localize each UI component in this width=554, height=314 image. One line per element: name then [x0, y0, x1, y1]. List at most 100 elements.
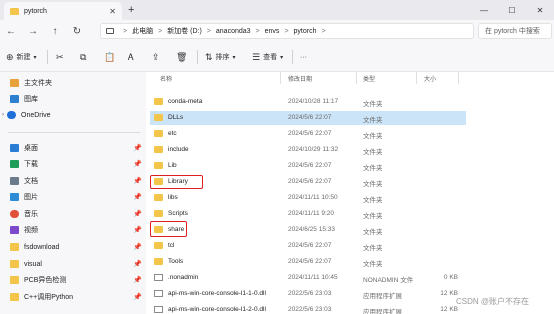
sidebar-item-gallery[interactable]: 图库	[10, 92, 142, 106]
file-type: 文件夹	[363, 197, 383, 204]
video-icon	[10, 226, 19, 234]
file-row[interactable]: Lib 2024/5/6 22:07 文件夹	[150, 159, 466, 173]
watermark: CSDN @账户不存在	[456, 297, 530, 306]
sidebar-item-label: visual	[24, 260, 42, 268]
address-bar[interactable]: > 此电脑 > 新加卷 (D:) > anaconda3 > envs > py…	[100, 23, 474, 39]
file-type: 文件夹	[363, 245, 383, 252]
tab-pytorch[interactable]: pytorch ✕	[4, 2, 122, 20]
sort-button[interactable]: ⇅ 排序 ▾	[205, 50, 236, 64]
file-row[interactable]: api-ms-win-core-console-l1-1-0.dll 2022/5…	[150, 287, 466, 301]
view-button[interactable]: ☰ 查看 ▾	[252, 50, 283, 64]
column-divider[interactable]	[280, 72, 281, 84]
view-icon: ☰	[252, 51, 261, 62]
cloud-icon	[7, 111, 16, 119]
share-icon[interactable]: ⇪	[152, 50, 160, 64]
sidebar-item-pcb[interactable]: PCB异色检测 📌	[10, 273, 142, 287]
file-date: 2024/5/6 22:07	[288, 258, 332, 265]
column-divider[interactable]	[416, 72, 417, 84]
pin-icon[interactable]: 📌	[133, 260, 142, 268]
file-date: 2022/5/6 23:03	[288, 290, 332, 297]
file-name: Scripts	[168, 210, 188, 217]
file-type: 文件夹	[363, 213, 383, 220]
column-name[interactable]: 名称	[160, 74, 172, 83]
more-options-button[interactable]: ···	[300, 50, 307, 64]
delete-icon[interactable]: 🗑	[176, 50, 187, 64]
pin-icon[interactable]: 📌	[133, 177, 142, 185]
back-icon[interactable]: ←	[0, 26, 22, 37]
chevron-right-icon: ›	[2, 112, 4, 118]
file-row[interactable]: include 2024/10/29 11:32 文件夹	[150, 143, 466, 157]
pin-icon[interactable]: 📌	[133, 293, 142, 301]
file-row[interactable]: share 2024/6/25 15:33 文件夹	[150, 223, 466, 237]
file-row[interactable]: libs 2024/11/11 10:50 文件夹	[150, 191, 466, 205]
folder-icon	[154, 194, 163, 201]
folder-icon	[154, 114, 163, 121]
minimize-icon[interactable]: —	[470, 0, 498, 20]
file-list-pane: 名称 修改日期 类型 大小 conda-meta 2024/10/28 11:17…	[146, 72, 554, 314]
up-icon[interactable]: ↑	[44, 26, 66, 37]
window-close-icon[interactable]: ✕	[526, 0, 554, 20]
sidebar-item-cpp-python[interactable]: C++调用Python 📌	[10, 290, 142, 304]
sidebar-item-label: 视频	[24, 227, 38, 234]
breadcrumb-this-pc[interactable]: 此电脑	[132, 26, 153, 36]
column-type[interactable]: 类型	[363, 74, 375, 83]
pin-icon[interactable]: 📌	[133, 226, 142, 234]
file-date: 2024/5/6 22:07	[288, 242, 332, 249]
pin-icon[interactable]: 📌	[133, 144, 142, 152]
file-row[interactable]: tcl 2024/5/6 22:07 文件夹	[150, 239, 466, 253]
sidebar-item-label: PCB异色检测	[24, 277, 67, 284]
file-row[interactable]: etc 2024/5/6 22:07 文件夹	[150, 127, 466, 141]
new-button[interactable]: ⊕ 新建 ▾	[6, 50, 37, 64]
sidebar-item-downloads[interactable]: 下载 📌	[10, 157, 142, 171]
tab-title: pytorch	[24, 7, 47, 15]
file-size: 12 KB	[440, 306, 458, 313]
sidebar-item-videos[interactable]: 视频 📌	[10, 223, 142, 237]
breadcrumb-separator: >	[158, 27, 163, 35]
breadcrumb-pytorch[interactable]: pytorch	[294, 28, 317, 35]
column-divider[interactable]	[356, 72, 357, 84]
file-name: conda-meta	[168, 98, 203, 105]
music-icon	[10, 210, 19, 218]
cut-icon[interactable]: ✂	[56, 50, 64, 64]
file-row[interactable]: .nonadmin 2024/11/11 10:45 NONADMIN 文件 0 KB	[150, 271, 466, 285]
copy-icon[interactable]: ⧉	[80, 50, 86, 64]
sidebar-item-documents[interactable]: 文档 📌	[10, 174, 142, 188]
tab-close-icon[interactable]: ✕	[109, 7, 116, 16]
column-divider[interactable]	[458, 72, 459, 84]
file-row[interactable]: conda-meta 2024/10/28 11:17 文件夹	[150, 95, 466, 109]
folder-icon	[10, 260, 19, 268]
file-size: 12 KB	[440, 290, 458, 297]
paste-icon[interactable]: 📋	[104, 50, 115, 64]
sidebar-item-visual[interactable]: visual 📌	[10, 257, 142, 271]
column-size[interactable]: 大小	[424, 74, 436, 83]
forward-icon[interactable]: →	[22, 26, 44, 37]
file-row[interactable]: Tools 2024/5/6 22:07 文件夹	[150, 255, 466, 269]
pin-icon[interactable]: 📌	[133, 160, 142, 168]
rename-icon[interactable]: Ꭺ	[128, 50, 134, 64]
sidebar-item-music[interactable]: 音乐 📌	[10, 207, 142, 221]
sidebar-item-desktop[interactable]: 桌面 📌	[10, 141, 142, 155]
pin-icon[interactable]: 📌	[133, 210, 142, 218]
maximize-icon[interactable]: ☐	[498, 0, 526, 20]
column-date[interactable]: 修改日期	[288, 74, 312, 83]
breadcrumb-anaconda3[interactable]: anaconda3	[216, 28, 251, 35]
new-tab-icon[interactable]: +	[128, 4, 134, 16]
pin-icon[interactable]: 📌	[133, 193, 142, 201]
breadcrumb-drive-d[interactable]: 新加卷 (D:)	[167, 26, 202, 36]
more-icon: ···	[300, 53, 307, 61]
gallery-icon	[10, 95, 19, 103]
breadcrumb-envs[interactable]: envs	[265, 28, 280, 35]
file-row[interactable]: Scripts 2024/11/11 9:20 文件夹	[150, 207, 466, 221]
sidebar-item-home[interactable]: 主文件夹	[10, 76, 142, 90]
pin-icon[interactable]: 📌	[133, 276, 142, 284]
column-header: 名称 修改日期 类型 大小	[146, 72, 554, 84]
sidebar-item-onedrive[interactable]: › OneDrive	[2, 108, 134, 122]
sidebar-item-pictures[interactable]: 图片 📌	[10, 190, 142, 204]
navigation-bar: ← → ↑ ↻ > 此电脑 > 新加卷 (D:) > anaconda3 > e…	[0, 20, 554, 42]
file-row[interactable]: DLLs 2024/5/6 22:07 文件夹	[150, 111, 466, 125]
sidebar-item-fsdownload[interactable]: fsdownload 📌	[10, 240, 142, 254]
file-row[interactable]: api-ms-win-core-console-l1-2-0.dll 2022/5…	[150, 303, 466, 314]
search-input[interactable]: 在 pytorch 中搜索	[478, 23, 552, 39]
refresh-icon[interactable]: ↻	[66, 26, 88, 37]
pin-icon[interactable]: 📌	[133, 243, 142, 251]
